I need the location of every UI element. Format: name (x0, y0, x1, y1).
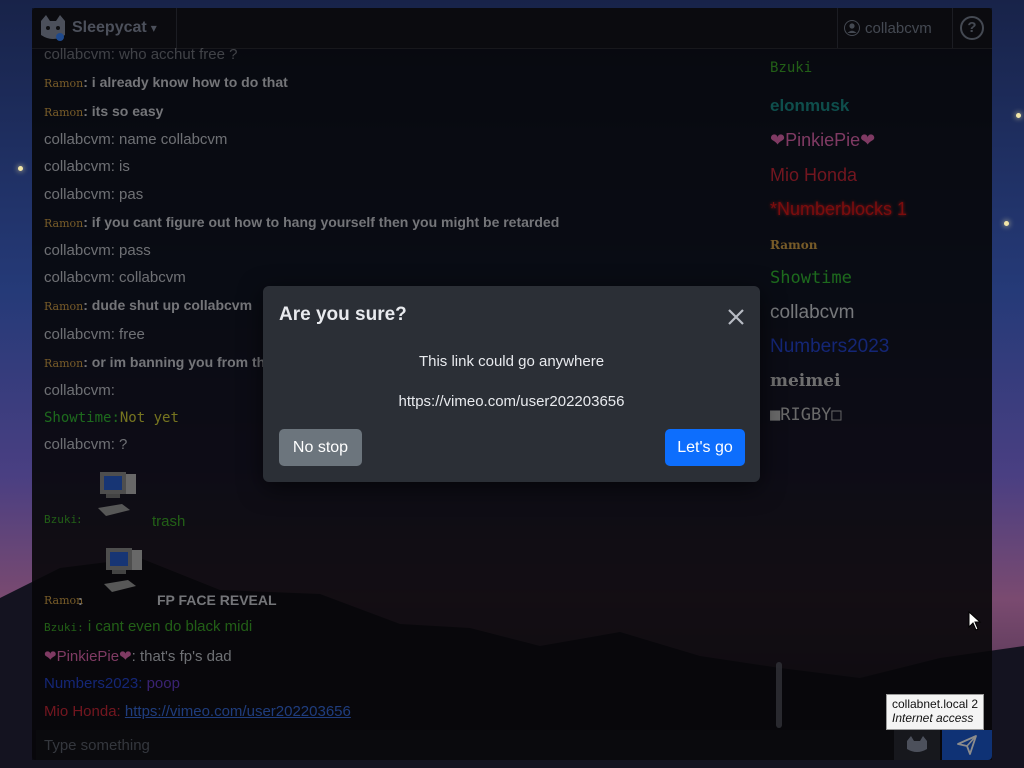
confirm-link-dialog: Are you sure? This link could go anywher… (263, 286, 760, 482)
tooltip-status: Internet access (892, 711, 974, 725)
tooltip-count: 2 (971, 697, 978, 711)
cancel-button[interactable]: No stop (279, 429, 362, 466)
confirm-button[interactable]: Let's go (665, 429, 745, 466)
dialog-title: Are you sure? (279, 304, 407, 325)
star-decoration (1004, 221, 1009, 226)
dialog-message: This link could go anywhere (418, 353, 605, 370)
tooltip-host: collabnet.local (892, 697, 969, 711)
mouse-cursor-icon (968, 611, 982, 631)
star-decoration (1016, 113, 1021, 118)
star-decoration (18, 166, 23, 171)
close-icon[interactable] (725, 306, 747, 328)
dialog-url: https://vimeo.com/user202203656 (398, 393, 625, 410)
network-tooltip: collabnet.local 2 Internet access (886, 694, 984, 730)
